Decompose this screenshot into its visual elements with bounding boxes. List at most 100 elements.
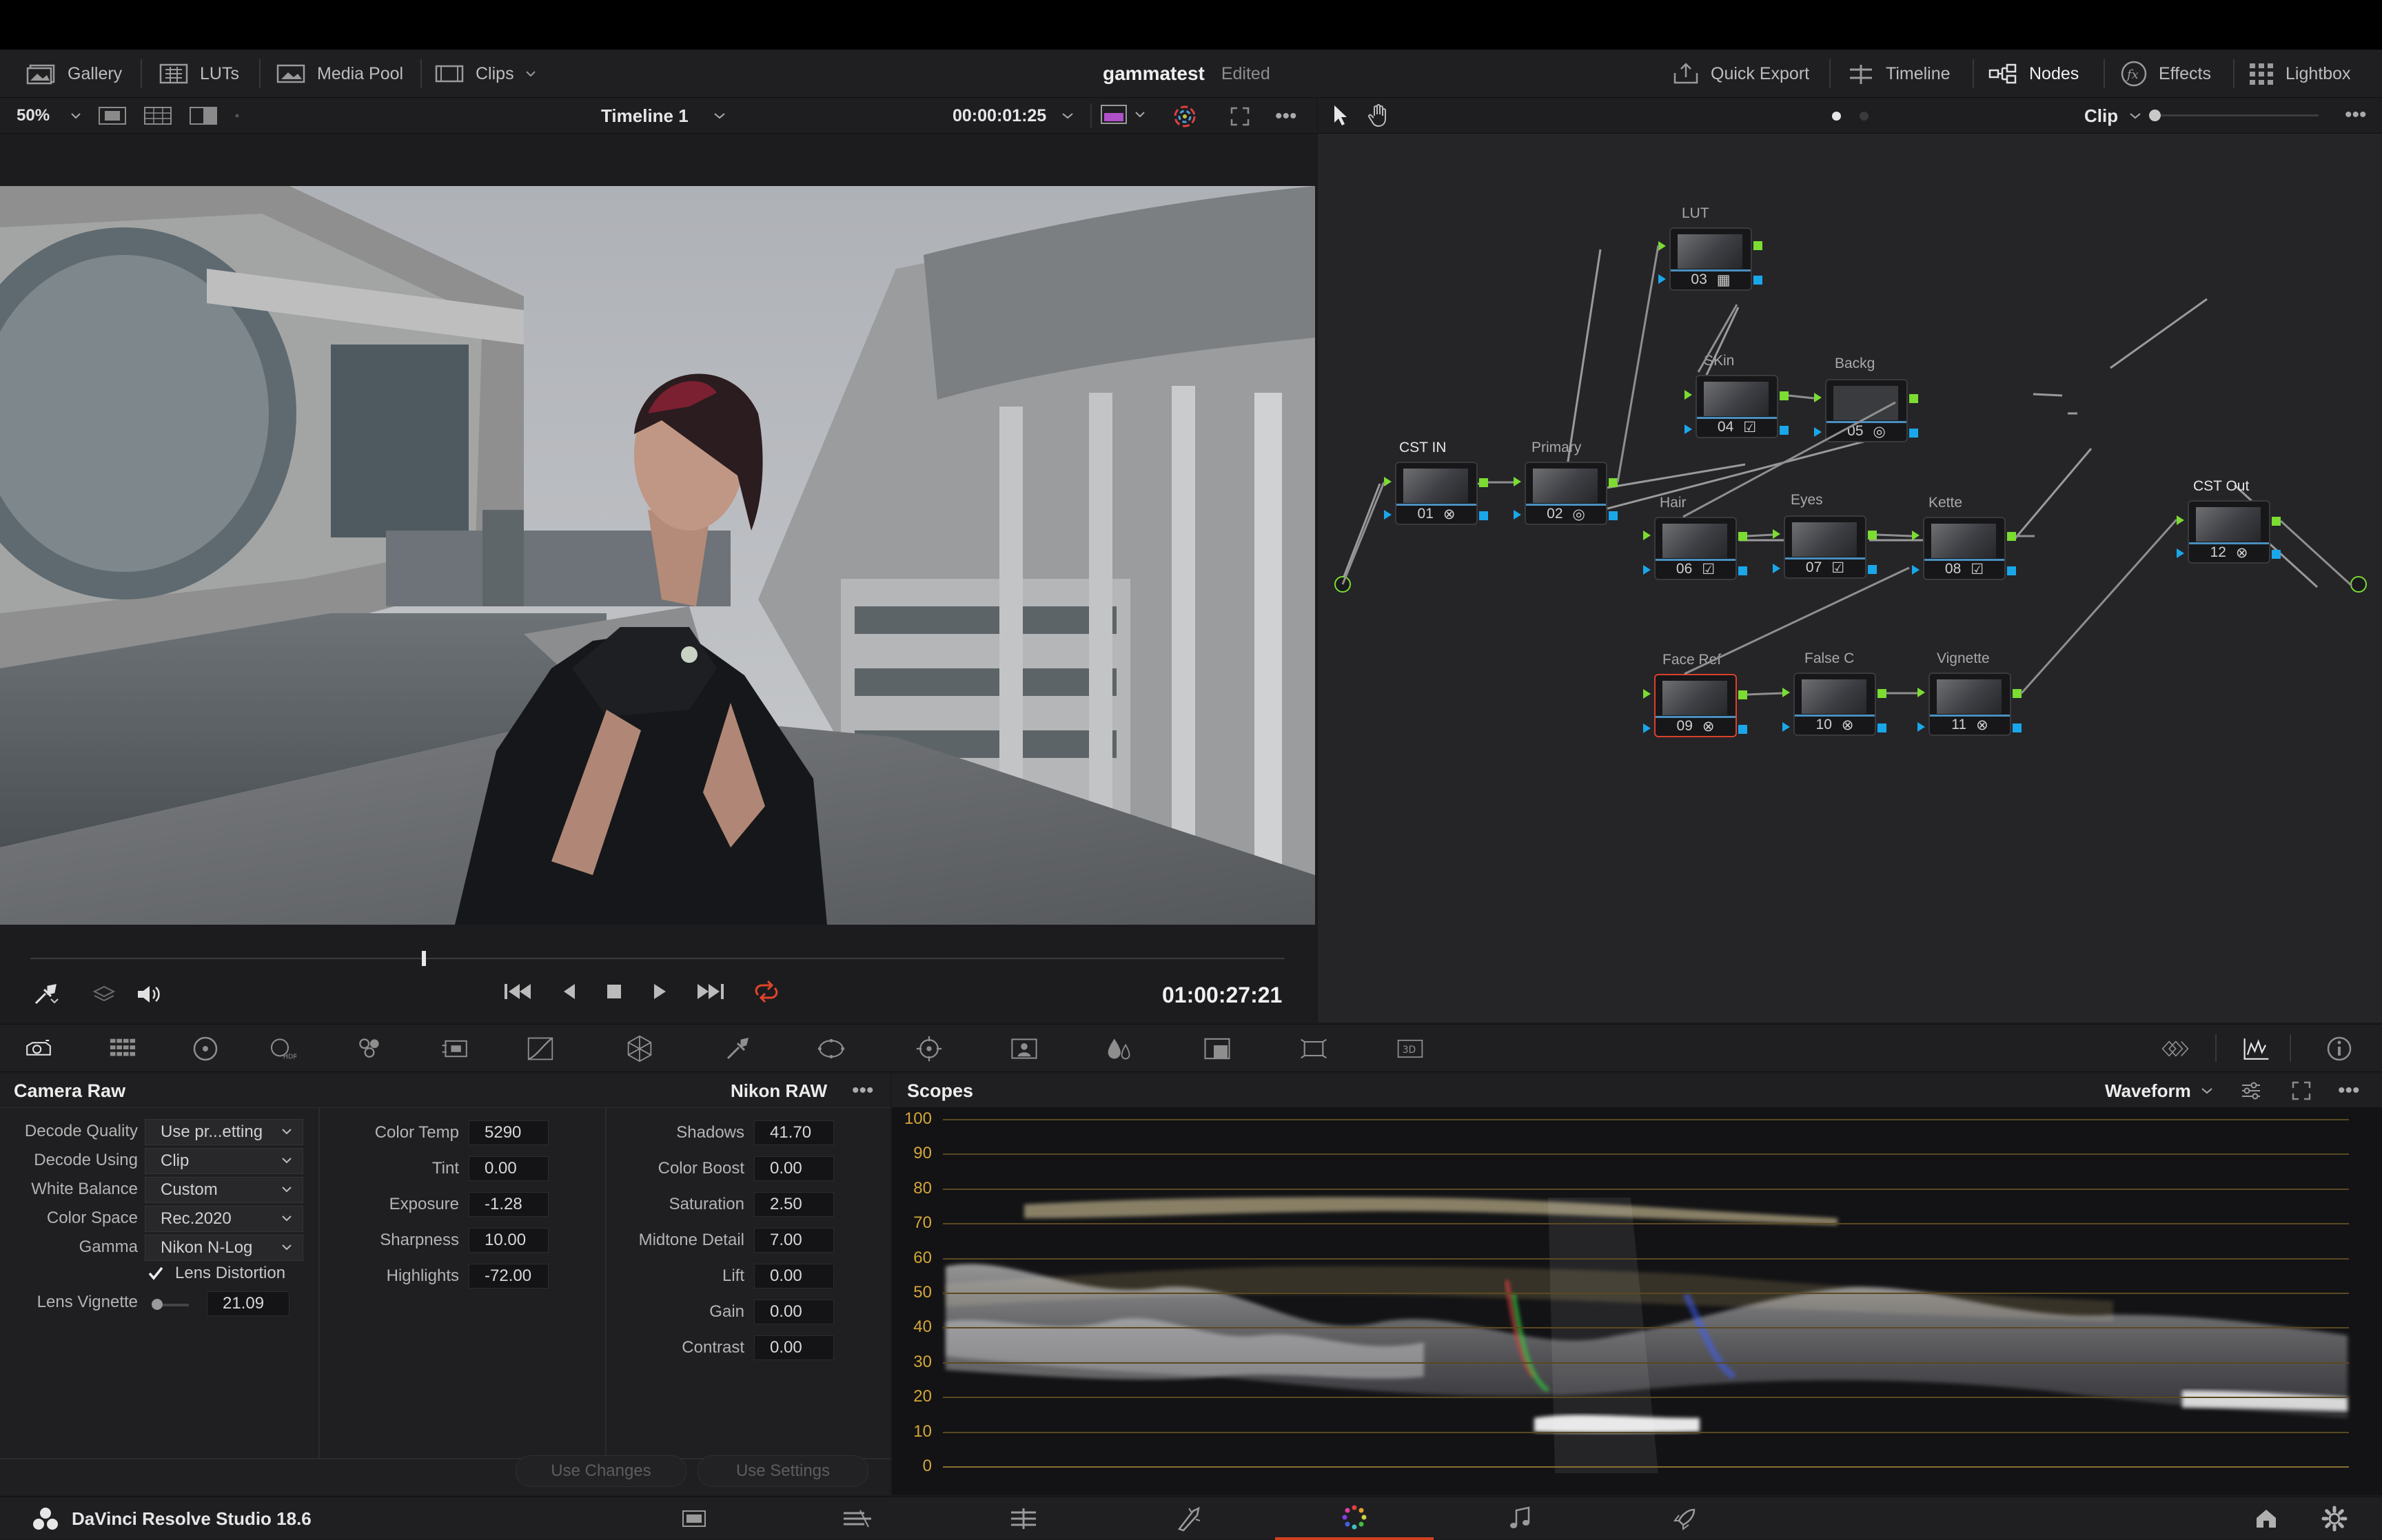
node-cst-out[interactable]: 12 ⊗ [2188, 500, 2270, 564]
input-pin[interactable] [1782, 722, 1790, 732]
page-deliver[interactable] [1606, 1497, 1764, 1540]
nodes-button[interactable]: Nodes [1988, 50, 2079, 98]
gear-icon[interactable] [2321, 1506, 2348, 1532]
slider-handle[interactable] [2149, 110, 2161, 121]
media-pool-button[interactable]: Media Pool [276, 50, 403, 98]
input-pin[interactable] [1912, 565, 1920, 575]
output-pin[interactable] [2007, 532, 2016, 541]
scopes-icon[interactable] [2243, 1037, 2270, 1060]
input-pin[interactable] [1658, 274, 1666, 284]
white-balance-select[interactable]: Custom [145, 1177, 303, 1203]
lightbox-button[interactable]: Lightbox [2248, 50, 2351, 98]
use-settings-button[interactable]: Use Settings [698, 1455, 868, 1487]
qualifier-eyedropper-icon[interactable] [724, 1037, 751, 1060]
input-pin[interactable] [1514, 510, 1521, 520]
page-fairlight[interactable] [1441, 1497, 1599, 1540]
info-icon[interactable] [2325, 1036, 2353, 1061]
output-pin[interactable] [1738, 725, 1747, 734]
output-pin[interactable] [2007, 566, 2016, 575]
node-mode-dropdown[interactable]: Clip [2084, 98, 2141, 134]
tracker-icon[interactable] [915, 1036, 943, 1062]
more-options-icon[interactable]: ••• [2338, 1079, 2360, 1102]
input-pin[interactable] [1917, 688, 1925, 697]
input-pin[interactable] [1814, 393, 1822, 402]
output-pin[interactable] [2272, 517, 2281, 526]
lens-vignette-slider[interactable] [152, 1299, 189, 1310]
more-options-icon[interactable]: ••• [852, 1079, 874, 1102]
input-pin[interactable] [1643, 689, 1651, 699]
page-color[interactable] [1275, 1497, 1434, 1540]
proxy-dropdown[interactable] [1100, 103, 1146, 125]
page-dot[interactable] [1860, 112, 1869, 121]
sharpness-field[interactable]: 10.00 [469, 1228, 549, 1253]
primaries-icon[interactable] [192, 1036, 219, 1061]
page-fusion[interactable] [1110, 1497, 1268, 1540]
input-pin[interactable] [1782, 688, 1790, 697]
layers-icon[interactable] [92, 984, 116, 1005]
playhead[interactable] [422, 951, 426, 966]
node-skin[interactable]: 04 ☑ [1696, 375, 1778, 438]
home-icon[interactable] [2254, 1507, 2279, 1530]
node-primary[interactable]: 02 ◎ [1525, 462, 1607, 525]
node-lut[interactable]: 03 ▦ [1669, 227, 1752, 291]
output-pin[interactable] [1780, 426, 1789, 435]
input-pin[interactable] [2177, 548, 2184, 558]
output-pin[interactable] [1909, 429, 1918, 438]
3d-icon[interactable]: 3D [1396, 1037, 1424, 1060]
output-pin[interactable] [1868, 565, 1877, 574]
exposure-field[interactable]: -1.28 [469, 1192, 549, 1217]
input-pin[interactable] [1773, 564, 1780, 573]
slider-handle[interactable] [152, 1299, 163, 1310]
more-options-icon[interactable]: ••• [2345, 103, 2367, 127]
loop-icon[interactable] [751, 980, 782, 1003]
input-pin[interactable] [1917, 722, 1925, 732]
input-pin[interactable] [1643, 723, 1651, 733]
graph-input-dot[interactable] [1334, 576, 1351, 593]
node-zoom-slider[interactable] [2149, 110, 2319, 121]
output-pin[interactable] [1909, 394, 1918, 403]
timeline-button[interactable]: Timeline [1847, 50, 1951, 98]
raw-format-dropdown[interactable]: Nikon RAW [731, 1074, 827, 1108]
input-pin[interactable] [1684, 424, 1692, 434]
timecode-selector[interactable]: 00:00:01:25 [953, 98, 1074, 134]
rgb-mixer-icon[interactable] [356, 1037, 383, 1060]
power-window-icon[interactable] [817, 1037, 845, 1060]
go-to-start-icon[interactable] [502, 980, 533, 1003]
effects-button[interactable]: fx Effects [2120, 50, 2211, 98]
gamma-select[interactable]: Nikon N-Log [145, 1235, 303, 1261]
output-pin[interactable] [1780, 391, 1789, 400]
scope-type-dropdown[interactable]: Waveform [2105, 1074, 2213, 1108]
quick-export-button[interactable]: Quick Export [1672, 50, 1809, 98]
output-pin[interactable] [1877, 723, 1886, 732]
lift-field[interactable]: 0.00 [754, 1264, 834, 1289]
graph-output-dot[interactable] [2350, 576, 2367, 593]
output-pin[interactable] [1753, 241, 1762, 250]
input-pin[interactable] [1912, 531, 1920, 540]
key-icon[interactable] [1203, 1037, 1231, 1060]
input-pin[interactable] [1658, 241, 1666, 251]
eyedropper-icon[interactable] [32, 983, 59, 1006]
color-warper-icon[interactable] [626, 1035, 653, 1062]
output-pin[interactable] [1753, 276, 1762, 285]
page-cut[interactable] [779, 1497, 937, 1540]
keyframes-icon[interactable] [2161, 1037, 2189, 1060]
gallery-button[interactable]: Gallery [26, 50, 122, 98]
page-edit[interactable] [944, 1497, 1103, 1540]
output-pin[interactable] [2272, 550, 2281, 559]
hand-icon[interactable] [1367, 103, 1391, 128]
contrast-field[interactable]: 0.00 [754, 1335, 834, 1360]
output-pin[interactable] [2013, 723, 2022, 732]
color-boost-field[interactable]: 0.00 [754, 1156, 834, 1181]
node-kette[interactable]: 08 ☑ [1923, 517, 2006, 580]
split-viewer-icon[interactable] [143, 106, 172, 125]
input-pin[interactable] [1514, 477, 1521, 486]
clips-button[interactable]: Clips [434, 50, 536, 98]
fullscreen-icon[interactable] [1230, 106, 1250, 127]
pointer-icon[interactable] [1330, 103, 1351, 128]
node-hair[interactable]: 06 ☑ [1654, 517, 1737, 580]
node-face-ref[interactable]: 09 ⊗ [1654, 674, 1737, 737]
input-pin[interactable] [1684, 390, 1692, 400]
output-pin[interactable] [1609, 478, 1618, 487]
go-to-end-icon[interactable] [695, 980, 726, 1003]
scrubber-track[interactable] [30, 951, 1285, 966]
